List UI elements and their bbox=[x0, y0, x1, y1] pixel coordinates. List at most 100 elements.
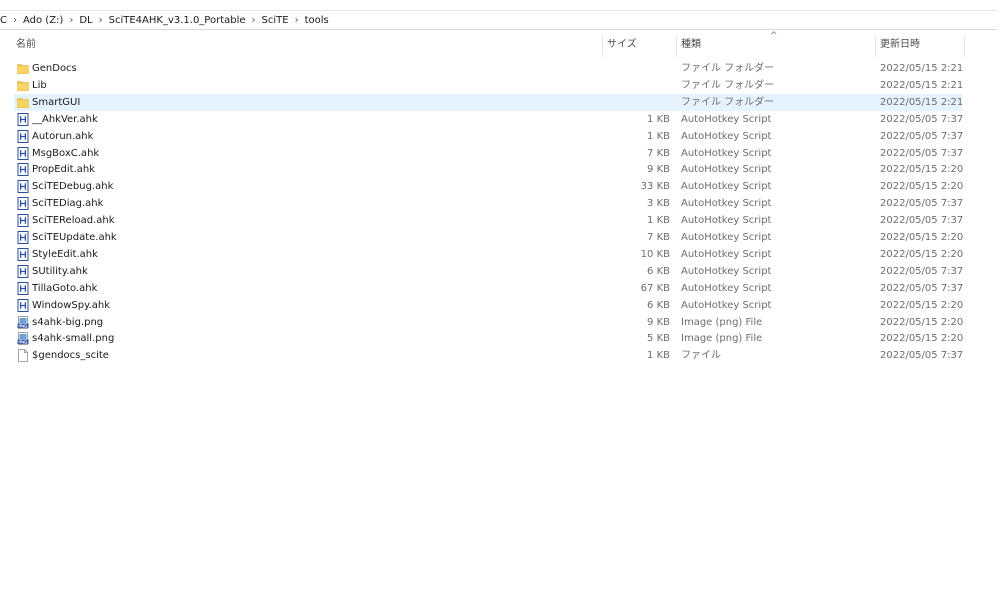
address-bar[interactable]: C › Ado (Z:) › DL › SciTE4AHK_v3.1.0_Portable ›… bbox=[0, 11, 1000, 30]
file-row[interactable]: SUtility.ahk 6 KB AutoHotkey Script 2022/05… bbox=[14, 263, 964, 280]
folder-icon bbox=[17, 62, 29, 75]
ahk-script-icon bbox=[17, 247, 29, 261]
ahk-script-icon bbox=[17, 281, 29, 295]
file-row[interactable]: StyleEdit.ahk 10 KB AutoHotkey Script 2022/… bbox=[14, 246, 964, 263]
file-name: s4ahk-small.png bbox=[32, 333, 115, 345]
file-row[interactable]: SciTEDebug.ahk 33 KB AutoHotkey Script 2022… bbox=[14, 178, 964, 195]
breadcrumb-item[interactable]: SciTE bbox=[260, 15, 291, 26]
ahk-script-icon bbox=[17, 214, 29, 228]
file-name: Lib bbox=[32, 79, 47, 91]
sort-ascending-icon: ^ bbox=[770, 31, 778, 41]
file-date: 2022/05/05 7:37 bbox=[880, 147, 964, 159]
file-name: SciTEUpdate.ahk bbox=[32, 232, 117, 243]
file-row[interactable]: SciTEReload.ahk 1 KB AutoHotkey Script 2022… bbox=[14, 212, 964, 229]
file-type: Image (png) File bbox=[681, 333, 763, 345]
file-row[interactable]: SciTEDiag.ahk 3 KB AutoHotkey Script 2022/0… bbox=[14, 195, 964, 212]
file-size: 1 KB bbox=[647, 130, 670, 142]
file-type: AutoHotkey Script bbox=[681, 282, 772, 294]
file-type: AutoHotkey Script bbox=[681, 265, 772, 277]
column-header-name[interactable]: 名前 bbox=[11, 33, 601, 57]
file-date: 2022/05/15 2:20 bbox=[880, 299, 964, 311]
file-size: 33 KB bbox=[640, 181, 670, 193]
ahk-script-icon bbox=[17, 298, 29, 312]
ahk-script-icon bbox=[17, 163, 29, 177]
file-name: WindowSpy.ahk bbox=[32, 299, 111, 311]
png-image-icon bbox=[17, 315, 29, 329]
file-type: AutoHotkey Script bbox=[681, 113, 772, 125]
file-row[interactable]: GenDocs ファイル フォルダー 2022/05/15 2:21 bbox=[14, 60, 963, 77]
file-name: $gendocs_scite bbox=[32, 350, 109, 362]
file-row[interactable]: Lib ファイル フォルダー 2022/05/15 2:21 bbox=[14, 77, 964, 94]
title-bar-strip bbox=[0, 0, 1000, 11]
ahk-script-icon bbox=[17, 146, 29, 160]
file-row[interactable]: Autorun.ahk 1 KB AutoHotkey Script 2022/05/… bbox=[14, 128, 964, 145]
file-date: 2022/05/15 2:20 bbox=[880, 232, 964, 243]
file-type: ファイル bbox=[681, 350, 721, 362]
file-size: 67 KB bbox=[640, 282, 670, 294]
file-row[interactable]: SmartGUI ファイル フォルダー 2022/05/15 2:21 bbox=[14, 93, 964, 111]
ahk-script-icon bbox=[17, 231, 29, 244]
file-row[interactable]: MsgBoxC.ahk 7 KB AutoHotkey Script 2022/05/… bbox=[14, 145, 964, 162]
file-size: 1 KB bbox=[647, 215, 670, 227]
breadcrumb-chevron-icon[interactable]: › bbox=[248, 15, 260, 26]
file-size: 10 KB bbox=[640, 248, 670, 260]
breadcrumb-item[interactable]: C bbox=[0, 15, 9, 26]
file-date: 2022/05/15 2:20 bbox=[880, 248, 964, 260]
breadcrumb-chevron-icon[interactable]: › bbox=[9, 15, 21, 26]
file-name: GenDocs bbox=[32, 63, 77, 74]
file-date: 2022/05/15 2:20 bbox=[880, 164, 964, 176]
file-size: 6 KB bbox=[647, 299, 670, 311]
ahk-script-icon bbox=[17, 197, 29, 211]
column-header-date[interactable]: 更新日時 bbox=[875, 33, 965, 57]
file-type: AutoHotkey Script bbox=[681, 299, 772, 311]
file-date: 2022/05/15 2:20 bbox=[880, 316, 964, 328]
file-type: Image (png) File bbox=[681, 316, 763, 328]
file-type: AutoHotkey Script bbox=[681, 164, 772, 176]
breadcrumb-item[interactable]: SciTE4AHK_v3.1.0_Portable bbox=[107, 15, 248, 26]
file-type: ファイル フォルダー bbox=[681, 79, 775, 91]
file-size: 1 KB bbox=[647, 113, 670, 125]
file-date: 2022/05/05 7:37 bbox=[880, 265, 964, 277]
breadcrumb-chevron-icon[interactable]: › bbox=[65, 15, 77, 26]
file-name: SciTEReload.ahk bbox=[32, 215, 115, 227]
breadcrumb-item[interactable]: tools bbox=[303, 15, 331, 26]
file-date: 2022/05/05 7:37 bbox=[880, 198, 964, 210]
file-size: 9 KB bbox=[647, 164, 670, 176]
file-size bbox=[574, 60, 670, 77]
column-divider[interactable] bbox=[964, 35, 965, 57]
breadcrumb-chevron-icon[interactable]: › bbox=[95, 15, 107, 26]
file-date: 2022/05/15 2:20 bbox=[880, 181, 964, 193]
file-row[interactable]: SciTEUpdate.ahk 7 KB AutoHotkey Script 2022… bbox=[14, 229, 964, 246]
file-name: MsgBoxC.ahk bbox=[32, 147, 100, 159]
file-row[interactable]: s4ahk-big.png 9 KB Image (png) File 2022/05… bbox=[14, 314, 964, 331]
folder-icon bbox=[17, 96, 29, 109]
file-date: 2022/05/05 7:37 bbox=[880, 113, 964, 125]
file-type: AutoHotkey Script bbox=[681, 147, 772, 159]
file-row[interactable]: WindowSpy.ahk 6 KB AutoHotkey Script 2022/0… bbox=[14, 297, 964, 314]
file-size: 9 KB bbox=[647, 316, 670, 328]
file-date: 2022/05/05 7:37 bbox=[880, 215, 964, 227]
file-name: SciTEDiag.ahk bbox=[32, 198, 104, 210]
column-header-row: 名前 サイズ 種類 更新日時 bbox=[0, 33, 1000, 57]
file-type: ファイル フォルダー bbox=[681, 63, 775, 74]
file-name: SUtility.ahk bbox=[32, 265, 88, 277]
file-size: 5 KB bbox=[647, 333, 670, 345]
file-date: 2022/05/15 2:21 bbox=[880, 96, 964, 108]
file-date: 2022/05/15 2:21 bbox=[880, 79, 964, 91]
file-name: TillaGoto.ahk bbox=[32, 282, 98, 294]
breadcrumb-item[interactable]: Ado (Z:) bbox=[21, 15, 65, 26]
file-row[interactable]: PropEdit.ahk 9 KB AutoHotkey Script 2022/05… bbox=[14, 161, 964, 178]
breadcrumb-item[interactable]: DL bbox=[77, 15, 94, 26]
folder-icon bbox=[17, 79, 29, 92]
file-name: SmartGUI bbox=[32, 96, 81, 108]
file-row[interactable]: __AhkVer.ahk 1 KB AutoHotkey Script 2022/05… bbox=[14, 111, 964, 128]
breadcrumb-chevron-icon[interactable]: › bbox=[291, 15, 303, 26]
file-name: SciTEDebug.ahk bbox=[32, 181, 114, 193]
column-header-size[interactable]: サイズ bbox=[602, 33, 676, 57]
file-row[interactable]: TillaGoto.ahk 67 KB AutoHotkey Script 2022/… bbox=[14, 280, 963, 297]
file-size: 6 KB bbox=[647, 265, 670, 277]
ahk-script-icon bbox=[17, 129, 29, 143]
file-date: 2022/05/05 7:37 bbox=[880, 130, 964, 142]
file-row[interactable]: $gendocs_scite 1 KB ファイル 2022/05/05 7:37 bbox=[14, 347, 963, 364]
file-row[interactable]: s4ahk-small.png 5 KB Image (png) File 2022/… bbox=[14, 330, 963, 347]
